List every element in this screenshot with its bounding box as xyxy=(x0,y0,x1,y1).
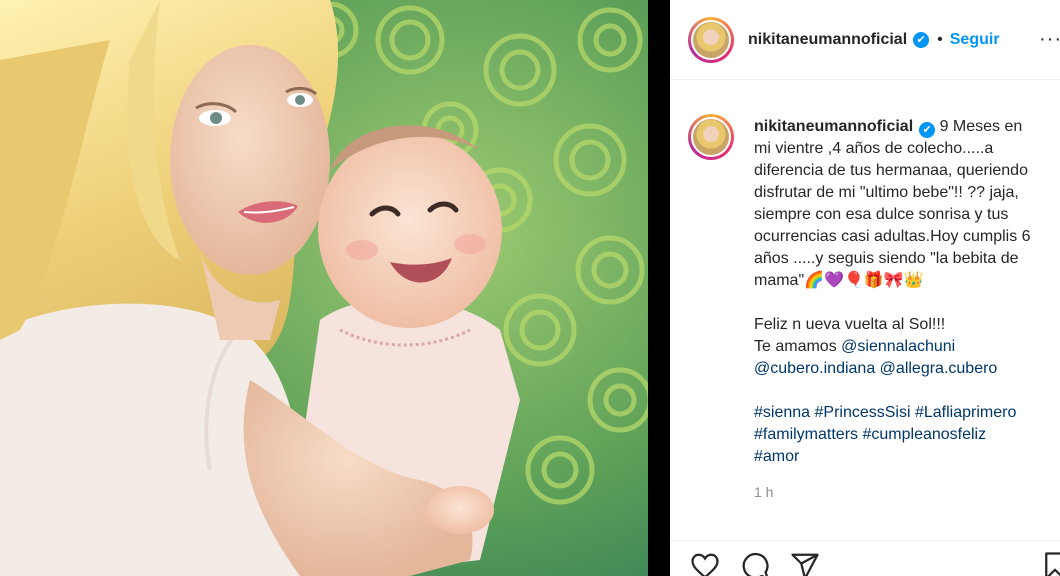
post-header: nikitaneumannoficial ✔ • Seguir ··· xyxy=(670,0,1060,80)
caption-text: nikitaneumannoficial ✔ 9 Meses en mi vien… xyxy=(754,116,1054,468)
post-timestamp[interactable]: 1 h xyxy=(754,484,773,500)
caption-we-love: Te amamos xyxy=(754,338,842,355)
caption-line-8: mama"🌈💜🎈🎁🎀👑 xyxy=(754,272,924,289)
caption-area: nikitaneumannoficial ✔ 9 Meses en mi vien… xyxy=(670,100,1060,540)
bookmark-icon[interactable] xyxy=(1040,551,1060,576)
mention-link[interactable]: @allegra.cubero xyxy=(880,360,998,377)
avatar[interactable] xyxy=(688,16,734,63)
caption-line-4: disfrutar de mi "ultimo bebe"!! ?? jaja, xyxy=(754,184,1019,201)
hashtag-link[interactable]: #cumpleanosfeliz xyxy=(862,426,986,443)
hashtag-link[interactable]: #amor xyxy=(754,448,799,465)
more-options-icon[interactable]: ··· xyxy=(1039,28,1060,51)
verified-badge-icon: ✔ xyxy=(913,31,930,48)
post-actions xyxy=(670,540,1060,576)
follow-button[interactable]: Seguir xyxy=(950,31,1000,49)
caption-avatar[interactable] xyxy=(688,114,734,160)
heart-icon[interactable] xyxy=(690,551,720,576)
profile-picture xyxy=(691,19,731,60)
caption-line-2: mi vientre ,4 años de colecho.....a xyxy=(754,140,994,157)
separator-dot: • xyxy=(937,30,943,48)
caption-username[interactable]: nikitaneumannoficial xyxy=(754,118,913,135)
hashtag-link[interactable]: #PrincessSisi xyxy=(815,404,911,421)
mention-link[interactable]: @siennalachuni xyxy=(841,338,955,355)
caption-line-1: 9 Meses en xyxy=(935,118,1023,135)
post-photo[interactable] xyxy=(0,0,648,576)
hashtag-link[interactable]: #sienna xyxy=(754,404,810,421)
caption-line-6: ocurrencias casi adultas.Hoy cumplis 6 xyxy=(754,228,1031,245)
caption-line-5: siempre con esa dulce sonrisa y tus xyxy=(754,206,1009,223)
panel-divider xyxy=(648,0,670,576)
header-username[interactable]: nikitaneumannoficial xyxy=(748,31,907,49)
caption-verified-badge-icon: ✔ xyxy=(919,122,936,138)
comment-icon[interactable] xyxy=(740,551,770,576)
caption-celebration: Feliz n ueva vuelta al Sol!!! xyxy=(754,316,946,333)
hashtag-link[interactable]: #familymatters xyxy=(754,426,858,443)
caption-line-7: años .....y seguis siendo "la bebita de xyxy=(754,250,1019,267)
hashtag-link[interactable]: #Lafliaprimero xyxy=(915,404,1016,421)
mention-link[interactable]: @cubero.indiana xyxy=(754,360,875,377)
caption-profile-picture xyxy=(691,117,731,157)
photo-illustration xyxy=(0,0,648,576)
paper-plane-icon[interactable] xyxy=(790,551,820,576)
post-details-panel: nikitaneumannoficial ✔ • Seguir ··· niki… xyxy=(670,0,1060,576)
caption-line-3: diferencia de tus hermanaa, queriendo xyxy=(754,162,1028,179)
